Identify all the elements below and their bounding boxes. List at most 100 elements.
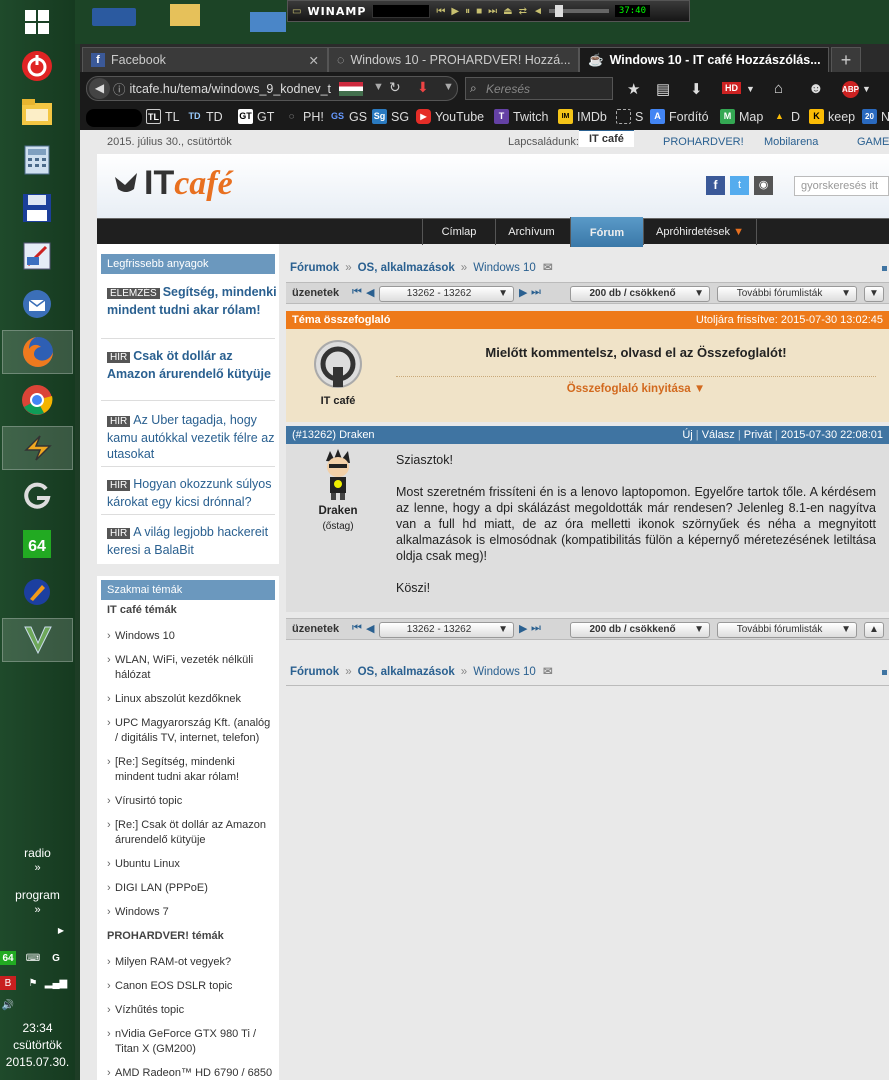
bookmark-translate[interactable]: A Fordító	[650, 109, 709, 124]
topic-link[interactable]: Windows 7	[107, 905, 273, 920]
bookmark-tl[interactable]: TL TL	[146, 109, 180, 124]
program-label[interactable]: program	[0, 888, 75, 902]
new-tab-button[interactable]: +	[831, 47, 861, 72]
news-title[interactable]: Az Uber tagadja, hogy kamu autókkal veze…	[107, 413, 274, 461]
next-page-icon[interactable]: ▶	[519, 622, 527, 635]
chrome-icon[interactable]	[13, 378, 61, 422]
topic-link[interactable]: Windows 10	[107, 629, 273, 644]
bookmark-keep[interactable]: Kkeep	[809, 109, 855, 124]
volume-slider[interactable]	[548, 5, 609, 17]
reload-icon[interactable]: ↻	[389, 79, 401, 96]
bookmark-s[interactable]: S	[616, 109, 643, 124]
volume-icon[interactable]: ◄	[533, 6, 543, 17]
winamp-icon[interactable]	[2, 426, 73, 470]
draken-avatar-icon[interactable]	[320, 449, 356, 501]
more-lists-select[interactable]: További fórumlisták ▼	[717, 286, 857, 302]
calculator-icon[interactable]	[13, 138, 61, 182]
mail-icon[interactable]: ✉	[543, 666, 553, 678]
bookmark-td[interactable]: TD TD	[187, 109, 223, 124]
url-bar[interactable]: ◀ ⓘ itcafe.hu/tema/windows_9_kodnev_t ▼ …	[86, 76, 458, 101]
post-new-link[interactable]: Új	[682, 429, 692, 441]
more-lists-select[interactable]: További fórumlisták ▼	[717, 622, 857, 638]
site-search-input[interactable]: gyorskeresés itt	[794, 176, 889, 196]
family-link-mobilarena[interactable]: Mobilarena	[764, 136, 818, 148]
post-private-link[interactable]: Privát	[744, 429, 772, 441]
tab-facebook[interactable]: f Facebook ✕	[82, 47, 328, 72]
url-text[interactable]: itcafe.hu/tema/windows_9_kodnev_t	[130, 82, 332, 96]
search-input[interactable]: ⌕ Keresés	[465, 77, 613, 100]
rss-icon[interactable]: ◉	[754, 176, 773, 195]
topic-link[interactable]: Milyen RAM-ot vegyek?	[107, 955, 273, 970]
news-title[interactable]: Csak öt dollár az Amazon árurendelő küty…	[107, 349, 271, 381]
bookmark-n[interactable]: 20 N	[862, 109, 889, 124]
topic-link[interactable]: [Re:] Segítség, mindenki mindent tudni a…	[107, 755, 273, 785]
family-link-prohardver[interactable]: PROHARDVER!	[663, 136, 744, 148]
menu-aprohirdetesek[interactable]: Apróhirdetések ▼	[643, 219, 757, 245]
menu-archivum[interactable]: Archívum	[495, 219, 567, 245]
news-item[interactable]: HÍR Csak öt dollár az Amazon árurendelő k…	[107, 348, 277, 382]
back-button[interactable]: ◀	[89, 78, 110, 99]
app-64-icon[interactable]: 64	[13, 522, 61, 566]
news-title[interactable]: Hogyan okozzunk súlyos károkat egy kicsi…	[107, 477, 272, 509]
page-range-select[interactable]: 13262 - 13262 ▼	[379, 622, 514, 638]
prev-page-icon[interactable]: ◀	[366, 286, 374, 299]
site-info-icon[interactable]: ⓘ	[113, 79, 126, 98]
crumb-forumok[interactable]: Fórumok	[290, 262, 339, 274]
twitter-icon[interactable]: t	[730, 176, 749, 195]
dropdown-icon[interactable]: ▼	[373, 81, 384, 93]
first-page-icon[interactable]: ⏮	[352, 622, 362, 635]
logitech-g-icon[interactable]	[13, 474, 61, 518]
topic-link[interactable]: AMD Radeon™ HD 6790 / 6850	[107, 1066, 273, 1080]
news-item[interactable]: HÍR Az Uber tagadja, hogy kamu autókkal v…	[107, 412, 277, 462]
thunderbird-icon[interactable]	[13, 282, 61, 326]
last-page-icon[interactable]: ⏭	[531, 622, 541, 635]
crumb-windows10[interactable]: Windows 10	[473, 666, 536, 678]
download-menu-icon[interactable]: ▼	[443, 81, 454, 93]
crumb-forumok[interactable]: Fórumok	[290, 666, 339, 678]
post-author[interactable]: Draken	[300, 505, 376, 517]
first-page-icon[interactable]: ⏮	[352, 286, 362, 299]
news-item[interactable]: HÍR A világ legjobb hackereit keresi a Ba…	[107, 524, 277, 558]
close-tab-icon[interactable]: ✕	[827, 53, 828, 68]
topic-link[interactable]: Linux abszolút kezdőknek	[107, 692, 273, 707]
topic-link[interactable]: nVidia GeForce GTX 980 Ti / Titan X (GM2…	[107, 1027, 273, 1057]
file-explorer-icon[interactable]	[13, 90, 61, 134]
topic-link[interactable]: Ubuntu Linux	[107, 857, 273, 872]
page-range-select[interactable]: 13262 - 13262 ▼	[379, 286, 514, 302]
bookmark-map[interactable]: M Map	[720, 109, 763, 124]
guitar-app-icon[interactable]	[13, 570, 61, 614]
hd-menu-icon[interactable]: ▼	[746, 84, 755, 94]
crumb-os[interactable]: OS, alkalmazások	[358, 262, 455, 274]
itcafe-logo[interactable]: ITcafé	[112, 164, 233, 203]
reading-list-icon[interactable]: ▤	[656, 80, 670, 98]
bookmark-gt[interactable]: GT GT	[238, 109, 274, 124]
power-icon[interactable]	[13, 44, 61, 88]
screenshot-tool-icon[interactable]	[13, 234, 61, 278]
post-number[interactable]: (#13262) Draken	[292, 429, 375, 441]
desktop-folder-icon[interactable]	[170, 4, 200, 26]
bookmark-sg[interactable]: Sg SG	[372, 109, 409, 124]
topic-link[interactable]: WLAN, WiFi, vezeték nélküli hálózat	[107, 653, 273, 683]
close-tab-icon[interactable]: ✕	[309, 53, 319, 68]
prev-track-icon[interactable]: ⏮	[436, 6, 445, 17]
winamp-menu-icon[interactable]: ▭	[292, 6, 301, 17]
topic-link[interactable]: DIGI LAN (PPPoE)	[107, 881, 273, 896]
tray-volume-icon[interactable]: 🔊	[0, 998, 16, 1012]
next-page-icon[interactable]: ▶	[519, 286, 527, 299]
gta-v-icon[interactable]	[2, 618, 73, 662]
desktop-window-icon[interactable]	[92, 8, 136, 26]
tab-prohardver[interactable]: ◌ Windows 10 - PROHARDVER! Hozzá... ✕	[328, 47, 579, 72]
family-link-gamer[interactable]: GAMER	[857, 136, 889, 148]
bookmark-drive[interactable]: ▲ D	[772, 109, 800, 124]
eject-icon[interactable]: ⏏	[503, 6, 512, 17]
next-track-icon[interactable]: ⏭	[488, 6, 497, 17]
tab-itcafe[interactable]: ☕ Windows 10 - IT café Hozzászólás... ✕	[579, 47, 829, 72]
post-reply-link[interactable]: Válasz	[702, 429, 735, 441]
download-arrow-icon[interactable]: ⬇	[417, 79, 429, 96]
family-link-itcafe[interactable]: IT café	[579, 130, 634, 147]
stop-icon[interactable]: ■	[476, 6, 482, 17]
start-windows-icon[interactable]	[13, 0, 61, 44]
topic-link[interactable]: Vírusirtó topic	[107, 794, 273, 809]
news-item[interactable]: ELEMZÉS Segítség, mindenki mindent tudni …	[107, 284, 277, 318]
topic-link[interactable]: Canon EOS DSLR topic	[107, 979, 273, 994]
